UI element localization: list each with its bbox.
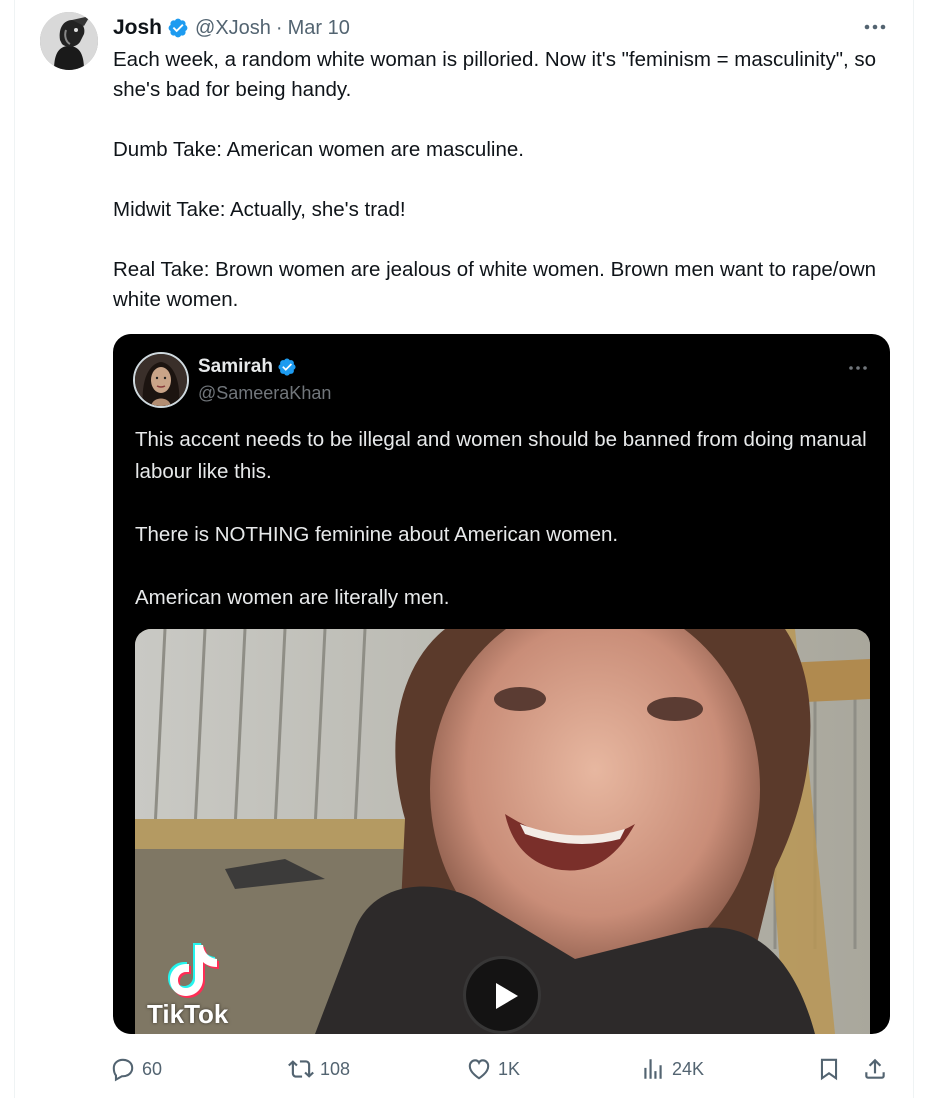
tweet-text: Each week, a random white woman is pillo… xyxy=(113,48,877,311)
separator-dot: · xyxy=(275,16,283,39)
author-handle[interactable]: @XJosh xyxy=(195,17,271,40)
repost-icon xyxy=(288,1060,314,1078)
like-icon xyxy=(468,1059,490,1080)
repost-button[interactable]: 108 xyxy=(288,1052,350,1086)
action-bar: 60 108 1K 24K xyxy=(110,1052,900,1086)
share-icon xyxy=(865,1058,885,1079)
more-options-icon[interactable] xyxy=(860,14,890,40)
quoted-author-name-row: Samirah xyxy=(198,356,297,378)
views-button[interactable]: 24K xyxy=(640,1052,704,1086)
quoted-author-avatar[interactable] xyxy=(133,352,189,408)
bookmark-button[interactable] xyxy=(816,1052,842,1086)
reply-button[interactable]: 60 xyxy=(110,1052,162,1086)
bookmark-icon xyxy=(820,1058,838,1081)
tiktok-watermark: TikTok xyxy=(147,999,229,1029)
play-icon xyxy=(496,983,518,1009)
author-name[interactable]: Josh xyxy=(113,16,162,40)
repost-count: 108 xyxy=(320,1058,351,1079)
reply-icon xyxy=(112,1058,134,1082)
quoted-tweet[interactable]: Samirah @SameeraKhan This accent needs t… xyxy=(113,334,890,1034)
views-icon xyxy=(644,1059,662,1079)
quoted-author-handle[interactable]: @SameeraKhan xyxy=(198,383,331,404)
play-button[interactable] xyxy=(463,956,541,1034)
more-options-icon[interactable] xyxy=(846,358,870,378)
reply-count: 60 xyxy=(142,1058,163,1079)
video-thumbnail[interactable]: TikTok xyxy=(135,629,870,1034)
tiktok-logo-icon xyxy=(168,943,219,998)
tweet-date[interactable]: Mar 10 xyxy=(288,17,350,40)
tweet-header: Josh @XJosh · Mar 10 xyxy=(113,14,350,42)
quoted-tweet-text: This accent needs to be illegal and wome… xyxy=(135,428,867,609)
share-button[interactable] xyxy=(862,1052,888,1086)
author-avatar[interactable] xyxy=(40,12,98,70)
quoted-author-name[interactable]: Samirah xyxy=(198,356,273,378)
verified-badge-icon xyxy=(168,18,188,38)
like-button[interactable]: 1K xyxy=(466,1052,520,1086)
views-count: 24K xyxy=(672,1058,705,1079)
like-count: 1K xyxy=(498,1058,521,1079)
verified-badge-icon xyxy=(278,358,296,376)
